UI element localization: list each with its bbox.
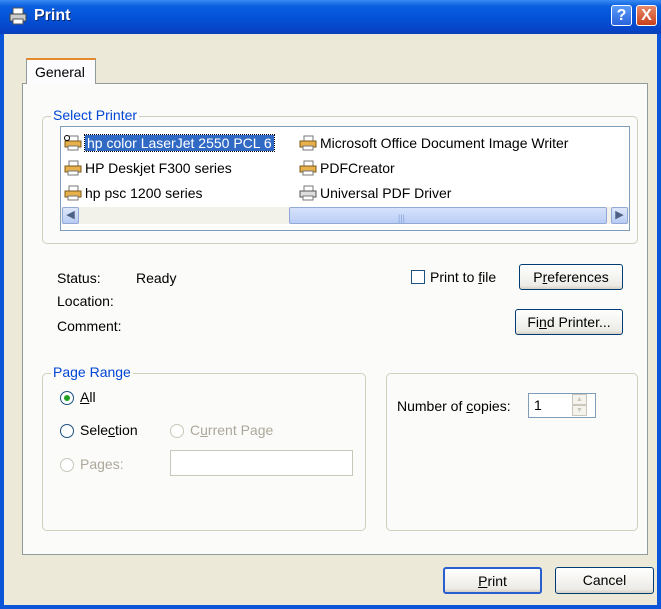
printer-list[interactable]: hp color LaserJet 2550 PCL 6 HP Deskjet … [60, 126, 630, 231]
help-button[interactable]: ? [611, 5, 632, 26]
cancel-button[interactable]: Cancel [555, 567, 654, 594]
print-to-file-text: Print to [430, 269, 479, 285]
tab-general[interactable]: General [26, 58, 96, 84]
copies-text: Number of [397, 398, 467, 414]
grip-icon: ||| [398, 213, 406, 223]
print-to-file-text-end: ile [482, 269, 497, 285]
copies-input-value: 1 [534, 397, 542, 413]
chevron-down-icon: ▼ [576, 407, 583, 414]
window-title: Print [34, 7, 71, 24]
pages-input[interactable] [170, 450, 353, 476]
status-label: Status: [57, 270, 101, 286]
find-printer-text: Fi [527, 314, 540, 330]
printer-name: Microsoft Office Document Image Writer [320, 135, 569, 151]
printer-item[interactable]: PDFCreator [298, 158, 395, 178]
selection-text: Sele [80, 422, 109, 438]
preferences-text: P [533, 269, 543, 285]
copies-text-end: opies: [473, 398, 511, 414]
printer-item[interactable]: HP Deskjet F300 series [63, 158, 232, 178]
tab-general-label: General [35, 64, 85, 80]
find-printer-text-end: d Printer... [546, 314, 611, 330]
selection-accesskey: c [108, 422, 116, 438]
printer-icon [299, 135, 317, 151]
radio-all-label[interactable]: All [80, 389, 96, 405]
close-button[interactable]: X [636, 5, 657, 26]
chevron-right-icon: ▶ [615, 209, 624, 221]
status-value: Ready [136, 270, 177, 286]
current-page-accesskey: u [200, 422, 208, 438]
radio-selection-label[interactable]: Selection [80, 422, 138, 438]
printer-icon [64, 185, 82, 201]
printer-icon [64, 160, 82, 176]
help-icon: ? [616, 7, 627, 24]
printer-name: hp color LaserJet 2550 PCL 6 [84, 134, 275, 152]
chevron-up-icon: ▲ [576, 396, 583, 403]
printer-name: hp psc 1200 series [85, 185, 203, 201]
printer-item[interactable]: hp color LaserJet 2550 PCL 6 [63, 133, 275, 153]
number-of-copies-label: Number of copies: [397, 398, 511, 414]
printer-item[interactable]: Universal PDF Driver [298, 183, 451, 203]
preferences-text-end: eferences [547, 269, 609, 285]
location-label: Location: [57, 293, 114, 309]
comment-label: Comment: [57, 318, 122, 334]
spin-up-button[interactable]: ▲ [572, 394, 587, 405]
printer-name: Universal PDF Driver [320, 185, 452, 201]
print-text: rint [487, 573, 507, 589]
print-dialog: Print ? X General Select Printer hp colo… [0, 0, 661, 609]
pages-text-end: es: [104, 456, 124, 472]
selection-text-end: tion [115, 422, 138, 438]
window-border-left [0, 34, 4, 609]
window-border-bottom [0, 605, 661, 609]
current-page-text: C [190, 422, 201, 438]
radio-pages[interactable] [60, 458, 74, 472]
printer-item[interactable]: Microsoft Office Document Image Writer [298, 133, 568, 153]
print-to-file-checkbox[interactable] [411, 270, 425, 284]
scroll-thumb[interactable]: ||| [289, 207, 607, 224]
select-printer-legend: Select Printer [51, 107, 140, 123]
print-to-file-label[interactable]: Print to file [430, 269, 496, 285]
current-page-text-end: rrent Page [207, 422, 274, 438]
radio-selection[interactable] [60, 424, 74, 438]
find-printer-button[interactable]: Find Printer... [515, 309, 623, 335]
all-text: ll [89, 389, 96, 405]
window-border-right [657, 34, 661, 609]
printer-icon [299, 185, 317, 201]
scroll-right-button[interactable]: ▶ [611, 207, 628, 224]
close-icon: X [641, 7, 652, 24]
spin-down-button[interactable]: ▼ [572, 405, 587, 416]
title-bar[interactable]: Print ? X [0, 0, 661, 34]
radio-current-page-label[interactable]: Current Page [190, 422, 273, 438]
all-accesskey: A [80, 389, 90, 405]
find-printer-accesskey: n [539, 314, 547, 330]
radio-selected-dot [64, 395, 70, 401]
preferences-button[interactable]: Preferences [519, 264, 623, 290]
print-button[interactable]: Print [443, 567, 542, 594]
printer-icon [9, 7, 27, 25]
pages-accesskey: g [97, 456, 105, 472]
chevron-left-icon: ◀ [66, 209, 75, 221]
page-range-legend: Page Range [51, 364, 133, 380]
radio-pages-label[interactable]: Pages: [80, 456, 124, 472]
pages-text: Pa [80, 456, 98, 472]
radio-current-page[interactable] [170, 424, 184, 438]
printer-icon [299, 160, 317, 176]
printer-list-scrollbar[interactable]: ◀ ||| ▶ [61, 207, 629, 224]
printer-icon [64, 135, 82, 151]
printer-name: PDFCreator [320, 160, 395, 176]
scroll-left-button[interactable]: ◀ [62, 207, 79, 224]
printer-item[interactable]: hp psc 1200 series [63, 183, 203, 203]
printer-name: HP Deskjet F300 series [85, 160, 232, 176]
radio-all[interactable] [60, 391, 74, 405]
copies-spinner[interactable]: ▲ ▼ [572, 394, 587, 417]
cancel-text: Cancel [582, 572, 627, 588]
copies-group [386, 373, 638, 531]
